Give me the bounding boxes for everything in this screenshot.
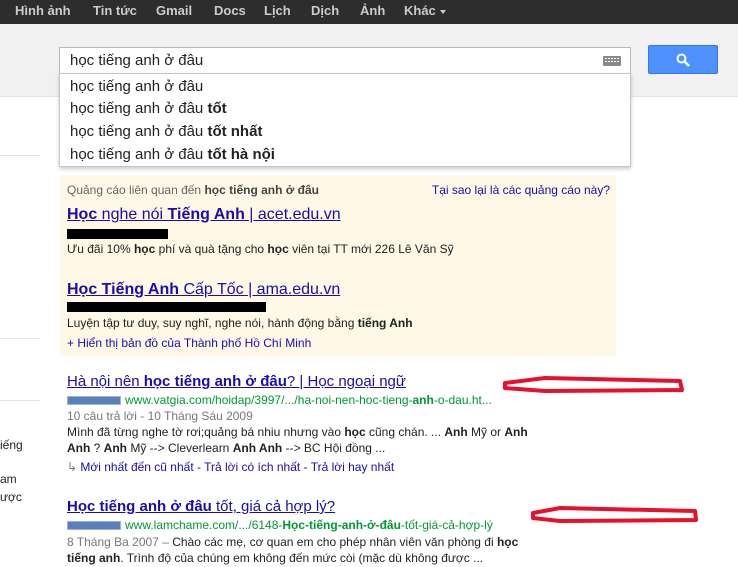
- red-arrow-annotation: [503, 376, 684, 393]
- suggestion-item[interactable]: học tiếng anh ở đâu tốt hà nội: [70, 146, 275, 163]
- result-snippet: Mình đã từng nghe tờ rơi;quảng bá nhiu n…: [67, 425, 528, 439]
- result-snippet: tiếng anh. Trình độ của chúng em không đ…: [67, 551, 484, 565]
- left-sidebar-fragment[interactable]: iếng: [0, 438, 23, 452]
- ads-section: Quảng cáo liên quan đến học tiếng anh ở …: [60, 175, 616, 356]
- nav-translate[interactable]: Dịch: [311, 3, 339, 18]
- ads-why-link[interactable]: Tại sao lại là các quảng cáo này?: [432, 183, 610, 197]
- search-icon: [676, 53, 690, 67]
- ad-title-link[interactable]: Học nghe nói Tiếng Anh | acet.edu.vn: [67, 206, 341, 224]
- redaction-bar: [67, 302, 266, 312]
- suggestion-item[interactable]: học tiếng anh ở đâu tốt: [70, 100, 227, 117]
- search-input[interactable]: học tiếng anh ở đâu: [70, 52, 203, 69]
- suggestion-item[interactable]: học tiếng anh ở đâu: [70, 78, 203, 95]
- search-button[interactable]: [648, 45, 718, 74]
- search-box[interactable]: học tiếng anh ở đâu: [59, 47, 631, 74]
- result-sublinks[interactable]: ↳ Mới nhất đến cũ nhất - Trả lời có ích …: [67, 460, 394, 474]
- result-title-link[interactable]: Học tiếng anh ở đâu tốt, giá cả hợp lý?: [67, 498, 335, 515]
- result-meta: 10 câu trả lời - 10 Tháng Sáu 2009: [67, 409, 253, 423]
- nav-photos[interactable]: Ảnh: [360, 3, 385, 18]
- result-snippet: 8 Tháng Ba 2007 – Chào các mẹ, cơ quan e…: [67, 535, 519, 549]
- rating-bar: [67, 396, 121, 406]
- ads-header: Quảng cáo liên quan đến học tiếng anh ở …: [67, 183, 319, 197]
- suggestion-item[interactable]: học tiếng anh ở đâu tốt nhất: [70, 123, 262, 140]
- ad-description: Luyện tập tư duy, suy nghĩ, nghe nói, hà…: [67, 316, 413, 330]
- left-divider: [0, 338, 40, 339]
- autocomplete-dropdown: học tiếng anh ở đâu học tiếng anh ở đâu …: [59, 73, 631, 167]
- left-sidebar-fragment[interactable]: am: [0, 472, 17, 486]
- red-arrow-annotation: [531, 506, 698, 523]
- left-sidebar-fragment[interactable]: ược: [0, 490, 22, 504]
- nav-gmail[interactable]: Gmail: [156, 3, 192, 18]
- left-divider: [0, 400, 40, 401]
- ad-map-link[interactable]: + Hiển thị bản đồ của Thành phố Hồ Chí M…: [67, 336, 311, 350]
- nav-docs[interactable]: Docs: [214, 3, 246, 18]
- rating-bar: [67, 521, 121, 531]
- nav-more[interactable]: Khác: [404, 3, 446, 18]
- nav-news[interactable]: Tin tức: [93, 3, 137, 18]
- keyboard-icon[interactable]: [603, 56, 621, 66]
- nav-calendar[interactable]: Lịch: [264, 3, 291, 18]
- result-snippet: Anh ? Anh Mỹ --> Cleverlearn Anh Anh -->…: [67, 441, 386, 455]
- ad-title-link[interactable]: Học Tiếng Anh Cấp Tốc | ama.edu.vn: [67, 281, 340, 299]
- ad-description: Ưu đãi 10% học phí và quà tặng cho học v…: [67, 242, 454, 256]
- result-url: www.vatgia.com/hoidap/3997/.../ha-noi-ne…: [67, 393, 492, 407]
- redaction-bar: [67, 229, 168, 239]
- left-divider: [0, 155, 40, 156]
- top-nav-bar: Hình ảnh Tin tức Gmail Docs Lịch Dịch Ản…: [0, 0, 738, 24]
- return-arrow-icon: ↳: [67, 460, 81, 474]
- result-title-link[interactable]: Hà nội nên học tiếng anh ở đâu? | Học ng…: [67, 373, 406, 390]
- result-url: www.lamchame.com/.../6148-Học-tiếng-anh-…: [67, 518, 493, 532]
- nav-images[interactable]: Hình ảnh: [15, 3, 71, 18]
